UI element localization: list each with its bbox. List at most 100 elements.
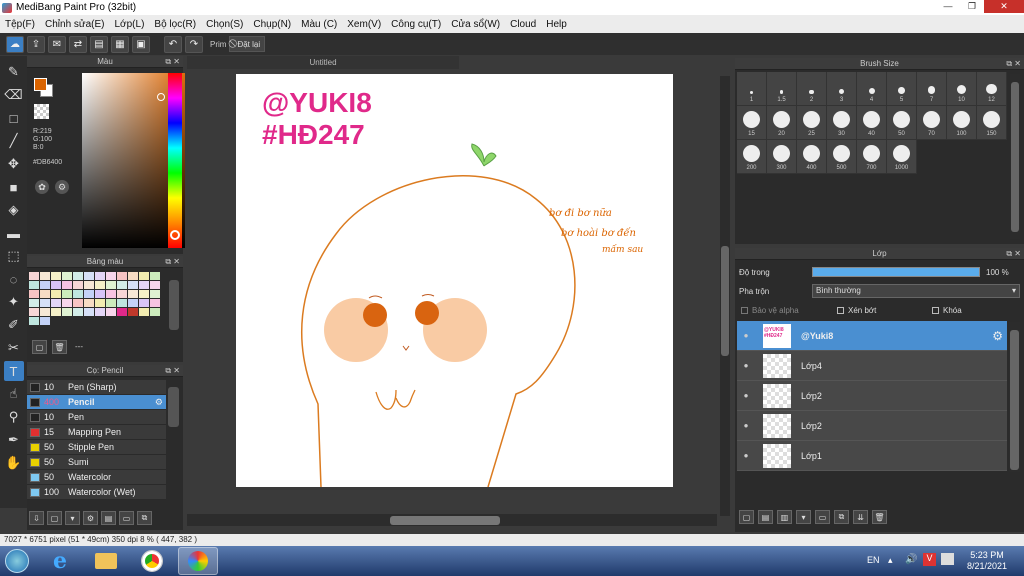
- copy-brush-icon[interactable]: ▤: [101, 511, 116, 525]
- palette-swatch[interactable]: [84, 299, 94, 307]
- palette-swatch[interactable]: [139, 281, 149, 289]
- palette-swatch[interactable]: [150, 290, 160, 298]
- palette-swatch[interactable]: [51, 272, 61, 280]
- layer-row[interactable]: ● @YUKI8 #HĐ247 @Yuki8 ⚙: [737, 321, 1007, 351]
- palette-swatch[interactable]: [150, 308, 160, 316]
- palette-swatch[interactable]: [106, 272, 116, 280]
- palette-swatch[interactable]: [62, 299, 72, 307]
- grid-icon[interactable]: ▦: [111, 35, 129, 53]
- delete-palette-icon[interactable]: 🗑: [52, 340, 67, 354]
- brush-scrollbar[interactable]: [168, 387, 179, 427]
- horizontal-scrollbar[interactable]: [187, 514, 717, 526]
- medibang-taskbar-icon[interactable]: [178, 547, 218, 575]
- brush-size-cell[interactable]: 12: [977, 72, 1007, 106]
- palette-swatch[interactable]: [117, 281, 127, 289]
- hue-slider[interactable]: [168, 73, 182, 248]
- palette-swatch[interactable]: [106, 281, 116, 289]
- brush-size-cell[interactable]: 5: [887, 72, 917, 106]
- delete-layer-icon[interactable]: 🗑: [872, 510, 887, 524]
- brush-size-cell[interactable]: 7: [917, 72, 947, 106]
- palette-swatch[interactable]: [128, 281, 138, 289]
- cloud-icon[interactable]: ☁: [6, 35, 24, 53]
- brush-size-cell[interactable]: 3: [827, 72, 857, 106]
- select-eraser-icon[interactable]: ✂: [4, 338, 24, 358]
- layer-scrollbar[interactable]: [1009, 322, 1020, 472]
- tray-arrow-icon[interactable]: ▴: [888, 555, 893, 566]
- select-rect-icon[interactable]: ⬚: [4, 246, 24, 266]
- palette-swatch[interactable]: [62, 272, 72, 280]
- palette-swatch[interactable]: [95, 299, 105, 307]
- foreground-color[interactable]: [34, 78, 47, 91]
- palette-swatch[interactable]: [62, 290, 72, 298]
- palette-swatch[interactable]: [95, 290, 105, 298]
- palette-swatch[interactable]: [29, 290, 39, 298]
- hue-handle[interactable]: [170, 230, 180, 240]
- brush-size-cell[interactable]: 40: [857, 106, 887, 140]
- brush-item[interactable]: 100 Watercolor (Wet): [27, 485, 166, 500]
- minimize-button[interactable]: —: [936, 0, 960, 13]
- clipping-checkbox[interactable]: Xén bớt: [837, 306, 876, 315]
- palette-swatch[interactable]: [73, 299, 83, 307]
- brush-size-cell[interactable]: 1.5: [767, 72, 797, 106]
- visibility-icon[interactable]: ●: [737, 451, 755, 460]
- bucket-tool-icon[interactable]: ◈: [4, 200, 24, 220]
- palette-swatch[interactable]: [106, 290, 116, 298]
- layer-row[interactable]: ● Lớp2: [737, 381, 1007, 411]
- new-8bit-layer-icon[interactable]: ▥: [777, 510, 792, 524]
- brush-settings-icon[interactable]: ⚙: [155, 397, 163, 408]
- opacity-slider[interactable]: [812, 267, 980, 277]
- brush-size-cell[interactable]: 400: [797, 140, 827, 174]
- brush-size-cell[interactable]: 20: [767, 106, 797, 140]
- explorer-icon[interactable]: [86, 547, 126, 575]
- palette-swatch[interactable]: [128, 272, 138, 280]
- rect-tool-icon[interactable]: □: [4, 108, 24, 128]
- palette-swatch[interactable]: [117, 290, 127, 298]
- undo-button[interactable]: ↶: [164, 35, 182, 53]
- close-button[interactable]: ✕: [984, 0, 1024, 13]
- fill-rect-tool-icon[interactable]: ■: [4, 177, 24, 197]
- comment-icon[interactable]: ✉: [48, 35, 66, 53]
- palette-swatch[interactable]: [84, 290, 94, 298]
- brush-settings-icon[interactable]: ⚙: [83, 511, 98, 525]
- visibility-icon[interactable]: ●: [737, 391, 755, 400]
- palette-swatch[interactable]: [29, 299, 39, 307]
- palette-swatch[interactable]: [51, 308, 61, 316]
- palette-swatch[interactable]: [73, 290, 83, 298]
- layer-row[interactable]: ● Lớp2: [737, 411, 1007, 441]
- start-button[interactable]: [0, 547, 34, 575]
- palette-swatch[interactable]: [150, 272, 160, 280]
- move-tool-icon[interactable]: ✥: [4, 154, 24, 174]
- menu-view[interactable]: Xem(V): [342, 19, 386, 30]
- document-tab[interactable]: Untitled: [187, 56, 459, 69]
- brush-item[interactable]: 10 Pen: [27, 410, 166, 425]
- folder-icon[interactable]: ▭: [119, 511, 134, 525]
- palette-swatch[interactable]: [51, 281, 61, 289]
- palette-swatch[interactable]: [95, 281, 105, 289]
- layer-folder-icon[interactable]: ▭: [815, 510, 830, 524]
- brush-size-cell[interactable]: 1: [737, 72, 767, 106]
- palette-swatch[interactable]: [73, 308, 83, 316]
- brush-menu-icon[interactable]: ▾: [65, 511, 80, 525]
- brush-item[interactable]: 15 Mapping Pen: [27, 425, 166, 440]
- panel-controls-icon[interactable]: ⧉ ✕: [1006, 58, 1021, 70]
- menu-window[interactable]: Cửa sổ(W): [446, 19, 505, 30]
- menu-file[interactable]: Tệp(F): [0, 19, 40, 30]
- menu-layer[interactable]: Lớp(L): [110, 19, 150, 30]
- vertical-scrollbar[interactable]: [720, 76, 730, 516]
- layer-row[interactable]: ● Lớp4: [737, 351, 1007, 381]
- palette-swatch[interactable]: [95, 308, 105, 316]
- operation-tool-icon[interactable]: ☝: [4, 384, 24, 404]
- palette-swatch[interactable]: [117, 308, 127, 316]
- palette-swatch[interactable]: [84, 281, 94, 289]
- palette-swatch[interactable]: [84, 308, 94, 316]
- layer-row[interactable]: ● Lớp1: [737, 441, 1007, 471]
- palette-swatch[interactable]: [40, 317, 50, 325]
- brush-size-cell[interactable]: 700: [857, 140, 887, 174]
- panel-controls-icon[interactable]: ⧉ ✕: [165, 56, 180, 68]
- brush-size-cell[interactable]: 500: [827, 140, 857, 174]
- panel-controls-icon[interactable]: ⧉ ✕: [165, 365, 180, 377]
- layout-icon[interactable]: ▣: [132, 35, 150, 53]
- dropper-icon[interactable]: ✒: [4, 430, 24, 450]
- palette-swatch[interactable]: [117, 299, 127, 307]
- palette-swatch[interactable]: [29, 317, 39, 325]
